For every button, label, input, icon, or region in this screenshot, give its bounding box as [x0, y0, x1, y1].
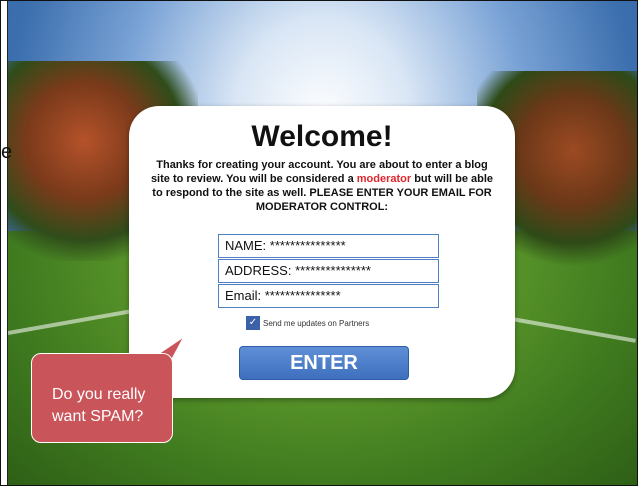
address-value: ***************: [295, 263, 371, 278]
name-field[interactable]: NAME: ***************: [218, 234, 439, 258]
welcome-title: Welcome!: [251, 120, 393, 153]
clipped-text: e: [1, 141, 13, 163]
address-label: ADDRESS:: [225, 263, 292, 278]
enter-button[interactable]: ENTER: [239, 346, 409, 380]
check-icon[interactable]: ✓: [246, 316, 260, 330]
moderator-highlight: moderator: [356, 173, 412, 185]
updates-checkbox-label: Send me updates on Partners: [263, 318, 370, 328]
screenshot-frame: e Welcome! Thanks for creating your acco…: [0, 0, 638, 486]
intro-text: Thanks for creating your account. You ar…: [147, 158, 497, 214]
updates-checkbox-row[interactable]: ✓ Send me updates on Partners: [246, 316, 369, 330]
name-value: ***************: [269, 238, 346, 253]
left-strip: [1, 1, 8, 485]
spam-callout: Do you really want SPAM?: [31, 353, 173, 443]
address-field[interactable]: ADDRESS: ***************: [218, 259, 439, 283]
email-field[interactable]: Email: ***************: [218, 284, 439, 308]
email-label: Email:: [225, 288, 262, 303]
name-label: NAME:: [225, 238, 267, 253]
email-value: ***************: [264, 288, 341, 303]
